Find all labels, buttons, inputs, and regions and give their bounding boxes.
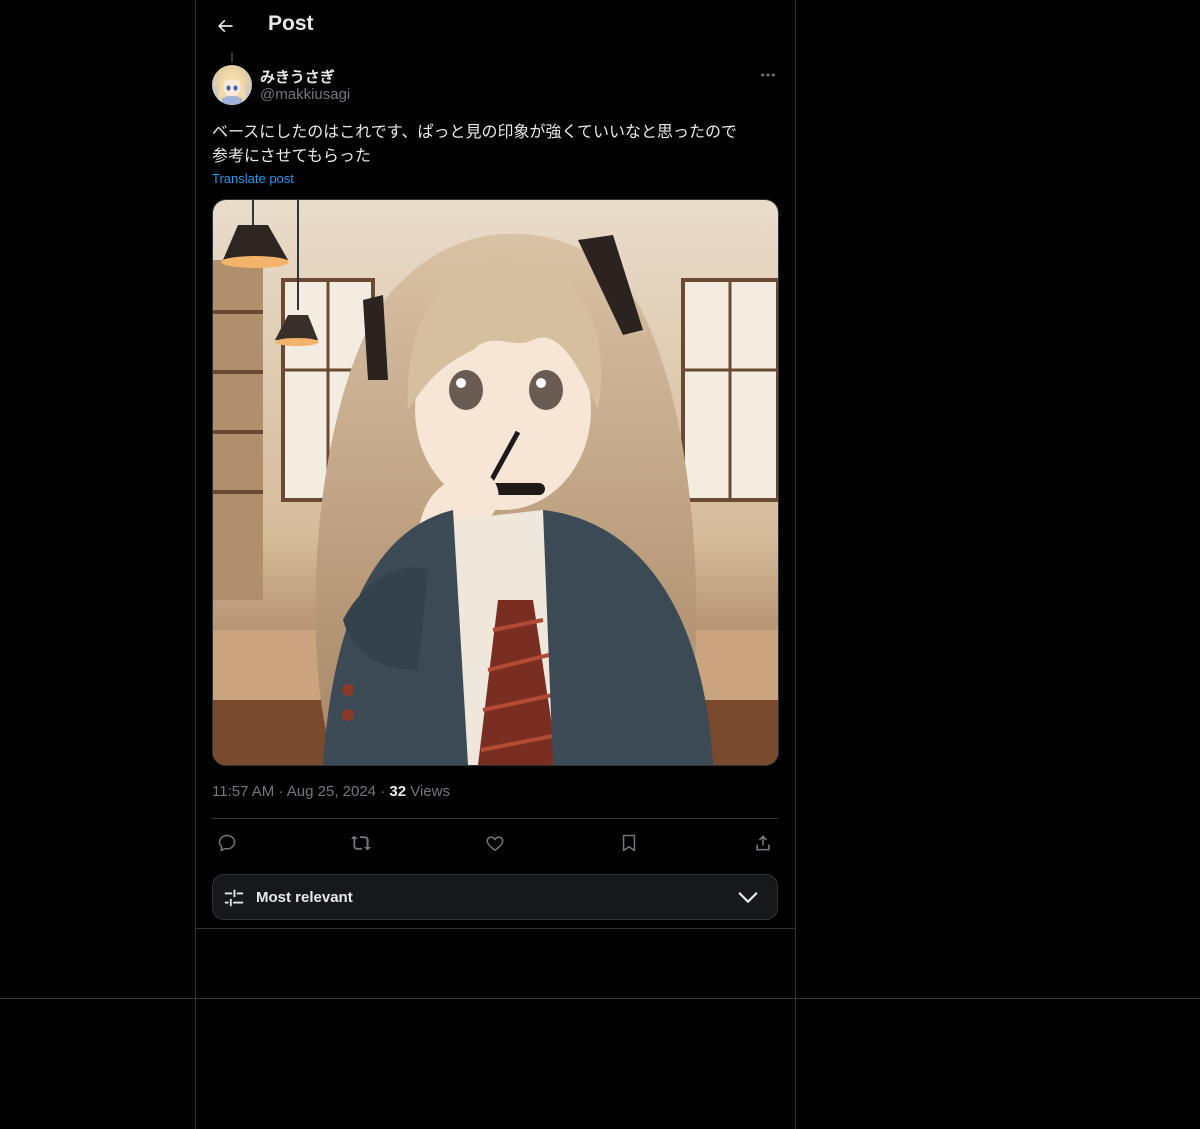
post-header: Post: [196, 0, 794, 54]
page-divider: [0, 998, 1200, 999]
reply-icon: [218, 834, 236, 852]
post-meta: 11:57 AM · Aug 25, 2024 · 32 Views: [212, 783, 450, 800]
illustration: [213, 200, 778, 765]
repost-icon: [350, 835, 372, 851]
reply-button[interactable]: [212, 828, 242, 858]
post-text-line: 参考にさせてもらった: [212, 146, 371, 165]
post-actions: [212, 828, 778, 858]
author-handle[interactable]: @makkiusagi: [260, 86, 350, 103]
sort-label: Most relevant: [256, 889, 353, 906]
share-button[interactable]: [748, 828, 778, 858]
thread-line: [231, 52, 233, 62]
meta-separator: ·: [380, 783, 386, 800]
avatar[interactable]: [212, 65, 252, 105]
bookmark-button[interactable]: [614, 828, 644, 858]
post-text: ベースにしたのはこれです、ぱっと見の印象が強くていいなと思ったので 参考にさせて…: [212, 120, 778, 168]
avatar-image: [218, 70, 246, 105]
page: Post みきうさぎ @makkiusagi ベースにしたのはこれです、ぱっと見…: [0, 0, 1200, 1129]
views-label: Views: [410, 783, 450, 800]
post-image[interactable]: [212, 199, 779, 766]
back-button[interactable]: [208, 9, 242, 43]
post-text-line: ベースにしたのはこれです、ぱっと見の印象が強くていいなと思ったので: [212, 122, 737, 141]
more-icon: [761, 73, 775, 77]
share-icon: [756, 835, 770, 851]
column-divider: [196, 928, 795, 929]
post-time[interactable]: 11:57 AM: [212, 783, 274, 800]
reply-sort-dropdown[interactable]: Most relevant: [212, 874, 778, 920]
meta-divider: [212, 818, 778, 819]
author-display-name[interactable]: みきうさぎ: [260, 66, 335, 87]
page-title: Post: [268, 12, 314, 35]
bookmark-icon: [622, 834, 636, 852]
sliders-icon: [224, 889, 244, 907]
views-count: 32: [389, 783, 407, 800]
heart-icon: [486, 836, 504, 851]
post-date[interactable]: Aug 25, 2024: [287, 783, 376, 800]
translate-post-link[interactable]: Translate post: [212, 171, 294, 186]
repost-button[interactable]: [346, 828, 376, 858]
chevron-down-icon: [738, 892, 758, 903]
like-button[interactable]: [480, 828, 510, 858]
arrow-left-icon: [218, 19, 233, 33]
meta-separator: ·: [278, 783, 284, 800]
more-options-button[interactable]: [756, 64, 780, 86]
